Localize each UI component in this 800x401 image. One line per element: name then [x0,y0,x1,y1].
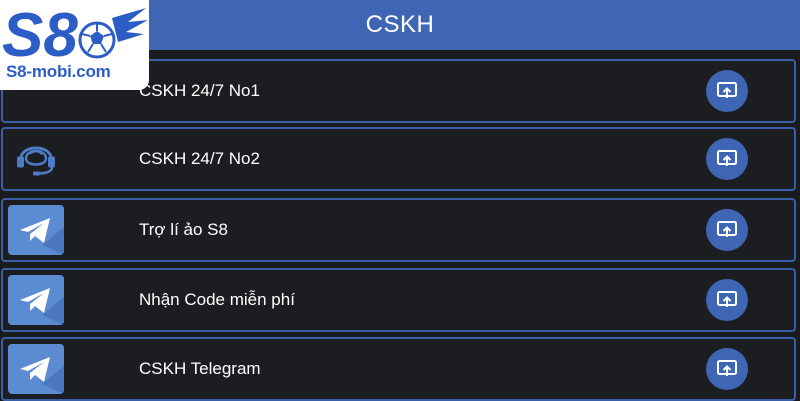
logo-site-text: S8-mobi.com [6,62,111,81]
support-row-label: CSKH 24/7 No2 [139,149,260,168]
open-external-icon [717,150,737,166]
support-row-label: CSKH Telegram [139,359,261,378]
support-row-nhan-code[interactable]: Nhận Code miễn phí [1,268,796,332]
support-row-label: CSKH 24/7 No1 [139,81,260,100]
telegram-icon [8,344,64,394]
telegram-icon [8,205,64,255]
support-row-label: Nhận Code miễn phí [139,290,295,309]
open-external-button[interactable] [706,279,748,321]
support-row-label: Trợ lí ảo S8 [139,220,228,239]
open-external-button[interactable] [706,348,748,390]
open-external-icon [717,221,737,237]
brand-logo[interactable]: S8 S8-mobi.com [0,0,149,90]
open-external-icon [717,291,737,307]
open-external-button[interactable] [706,138,748,180]
open-external-icon [717,82,737,98]
headset-icon [13,137,59,182]
svg-text:S8: S8 [2,1,78,70]
open-external-button[interactable] [706,209,748,251]
page-title: CSKH [365,11,435,38]
support-row-cskh-no2[interactable]: CSKH 24/7 No2 [1,127,796,191]
open-external-button[interactable] [706,70,748,112]
open-external-icon [717,360,737,376]
telegram-icon [8,275,64,325]
support-row-tro-li-ao[interactable]: Trợ lí ảo S8 [1,198,796,262]
support-row-cskh-telegram[interactable]: CSKH Telegram [1,337,796,401]
